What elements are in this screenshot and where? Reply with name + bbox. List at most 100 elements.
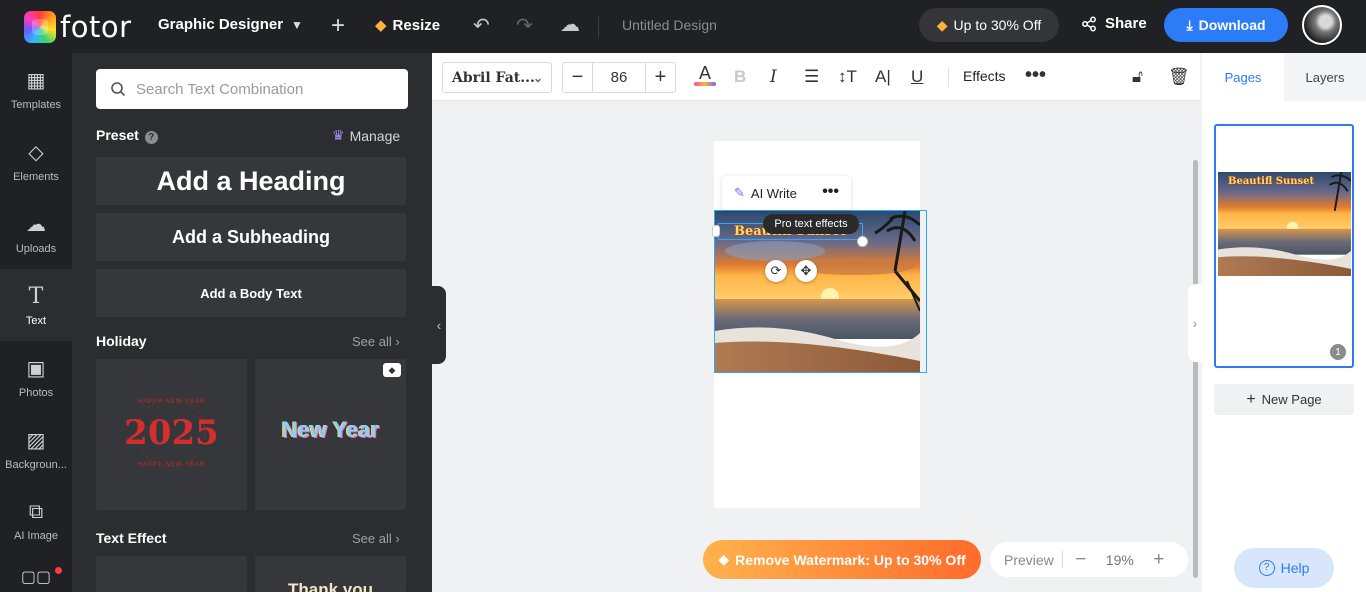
magic-wand-icon: ✎ [734, 185, 745, 200]
holiday-see-all[interactable]: See all › [352, 334, 400, 349]
page-thumbnail-image: Beautifl Sunset [1218, 172, 1351, 276]
more-options-icon[interactable]: ••• [1025, 64, 1046, 87]
underline-icon[interactable]: U [911, 67, 923, 87]
diamond-icon: ◆ [718, 551, 730, 567]
effects-button[interactable]: Effects [963, 68, 1006, 84]
line-spacing-icon[interactable]: ↕T [838, 67, 857, 87]
zoom-divider [1061, 551, 1063, 568]
delete-icon[interactable]: 🗑︎ [1168, 67, 1190, 87]
tab-layers[interactable]: Layers [1284, 53, 1366, 101]
add-subheading-button[interactable]: Add a Subheading [96, 213, 406, 261]
thumbnail-text: Beautifl Sunset [1228, 176, 1315, 187]
vertical-scrollbar[interactable] [1193, 160, 1198, 578]
add-body-text-button[interactable]: Add a Body Text [96, 269, 406, 317]
font-family-select[interactable]: Abril Fat... ⌄ [442, 62, 552, 93]
manage-button[interactable]: ♛ Manage [332, 127, 400, 144]
tab-pages[interactable]: Pages [1202, 53, 1284, 101]
search-input[interactable] [136, 80, 396, 98]
rail-label: Templates [10, 98, 62, 111]
template-thumb-2025[interactable]: HAPPY NEW YEAR 2025 HAPPY NEW YEAR [96, 359, 247, 510]
search-box[interactable] [96, 69, 408, 109]
add-icon[interactable]: + [331, 12, 345, 40]
resize-button[interactable]: ◆ Resize [375, 16, 440, 35]
ai-image-icon: ⧉ [28, 500, 44, 523]
avatar[interactable] [1302, 5, 1342, 45]
more-options-icon[interactable]: ••• [822, 183, 839, 201]
expand-right-panel-button[interactable]: › [1188, 284, 1202, 362]
add-heading-button[interactable]: Add a Heading [96, 157, 406, 205]
notification-dot [55, 567, 62, 574]
remove-watermark-button[interactable]: ◆ Remove Watermark: Up to 30% Off [703, 540, 981, 579]
brand-name: fotor [60, 10, 132, 44]
font-size-value[interactable]: 86 [592, 63, 646, 92]
preset-title: Preset? [96, 127, 158, 144]
page-thumbnail[interactable]: Beautifl Sunset 1 [1214, 124, 1354, 368]
rail-item-templates[interactable]: ▦ Templates [0, 53, 72, 125]
rail-item-more[interactable]: ▢▢ [0, 557, 72, 592]
template-thumb-new-year[interactable]: ◆ New Year [255, 359, 406, 510]
text-color-button[interactable]: A [694, 64, 716, 86]
question-icon[interactable]: ? [144, 131, 158, 144]
share-button[interactable]: Share [1081, 15, 1147, 32]
text-effect-thumb-thank-you[interactable]: Thank you [255, 556, 406, 592]
text-effect-see-all[interactable]: See all › [352, 531, 400, 546]
thank-you-text: Thank you [287, 580, 373, 592]
download-button[interactable]: ⤓ Download [1164, 8, 1288, 42]
rail-item-photos[interactable]: ▣ Photos [0, 341, 72, 413]
cloud-upload-icon[interactable]: ☁ [560, 12, 580, 37]
share-label: Share [1105, 15, 1147, 32]
decrease-size-button[interactable]: − [563, 63, 592, 92]
lock-icon[interactable]: 🔓︎ [1132, 67, 1143, 87]
increase-size-button[interactable]: + [646, 63, 675, 92]
workspace-dropdown[interactable]: Graphic Designer ▼ [158, 16, 303, 33]
bold-button[interactable]: B [734, 67, 746, 87]
fotor-logo[interactable]: fotor [24, 10, 132, 44]
preview-button[interactable]: Preview [1004, 552, 1054, 568]
ring-text-top: HAPPY NEW YEAR [137, 399, 206, 405]
resize-handle[interactable] [857, 236, 868, 247]
move-icon[interactable]: ✥ [795, 260, 817, 282]
download-icon: ⤓ [1186, 16, 1193, 33]
zoom-value[interactable]: 19% [1091, 552, 1149, 568]
letter-spacing-icon[interactable]: A| [875, 67, 891, 87]
redo-icon[interactable]: ↷ [516, 13, 533, 38]
new-page-button[interactable]: + New Page [1214, 384, 1354, 415]
manage-label: Manage [349, 127, 401, 144]
chevron-down-icon: ▼ [291, 17, 303, 32]
new-page-label: New Page [1261, 392, 1322, 407]
rail-item-uploads[interactable]: ☁ Uploads [0, 197, 72, 269]
undo-icon[interactable]: ↶ [473, 13, 490, 38]
rail-label: Photos [18, 386, 54, 399]
promo-button[interactable]: ◆ Up to 30% Off [919, 8, 1059, 42]
help-button[interactable]: ? Help [1234, 548, 1334, 588]
align-icon[interactable]: ☰ [804, 67, 819, 87]
rail-label: Elements [13, 170, 59, 183]
document-title[interactable]: Untitled Design [622, 17, 717, 33]
text-color-icon: A [698, 63, 711, 83]
plus-icon: + [1246, 390, 1256, 408]
download-label: Download [1198, 17, 1266, 33]
text-effect-thumb[interactable] [96, 556, 247, 592]
rail-item-elements[interactable]: ◇ Elements [0, 125, 72, 197]
italic-button[interactable]: I [770, 67, 777, 87]
preset-label: Preset [96, 127, 139, 143]
right-panel: Pages Layers Beautifl Sunset 1 + New Pag… [1202, 53, 1366, 592]
top-bar: fotor Graphic Designer ▼ + ◆ Resize ↶ ↷ … [0, 0, 1366, 53]
zoom-out-button[interactable]: − [1071, 549, 1091, 571]
ai-write-bar: ✎ AI Write ••• [722, 176, 851, 210]
rotate-icon[interactable]: ⟳ [765, 260, 787, 282]
see-all-label: See all [352, 334, 392, 349]
text-effect-title: Text Effect [96, 530, 167, 546]
side-handle[interactable] [712, 225, 720, 237]
collapse-panel-button[interactable]: ‹ [432, 286, 446, 364]
zoom-in-button[interactable]: + [1149, 549, 1169, 571]
ring-text-bottom: HAPPY NEW YEAR [137, 462, 206, 468]
rail-item-ai-image[interactable]: ⧉ AI Image [0, 485, 72, 557]
text-toolbar: Abril Fat... ⌄ − 86 + A B I ☰ ↕T A| U Ef… [432, 53, 1200, 101]
ai-write-button[interactable]: AI Write [751, 186, 797, 201]
rail-item-background[interactable]: ▨ Backgroun... [0, 413, 72, 485]
thumb-new-year-text: New Year [281, 417, 380, 442]
chevron-right-icon: › [1192, 315, 1198, 331]
holiday-title: Holiday [96, 333, 147, 349]
rail-item-text[interactable]: T Text [0, 269, 72, 341]
